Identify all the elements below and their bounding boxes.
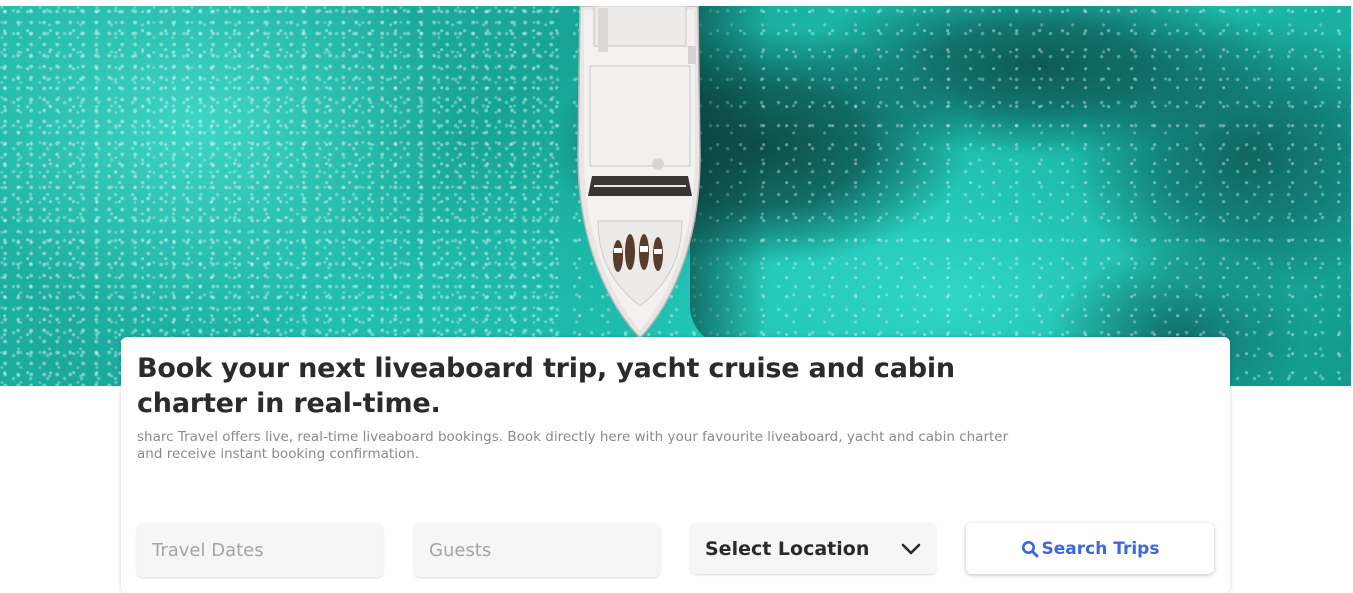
search-trips-button[interactable]: Search Trips — [966, 523, 1214, 574]
page: Book your next liveaboard trip, yacht cr… — [0, 0, 1353, 593]
location-select[interactable]: Select Location — [690, 523, 936, 574]
chevron-down-icon — [901, 543, 921, 554]
page-subtitle: sharc Travel offers live, real-time live… — [137, 429, 1009, 462]
booking-card: Book your next liveaboard trip, yacht cr… — [121, 337, 1230, 593]
page-title: Book your next liveaboard trip, yacht cr… — [137, 353, 955, 419]
search-icon — [1021, 540, 1039, 557]
hero-image — [0, 6, 1351, 386]
guests-input[interactable] — [414, 523, 660, 577]
yacht-illustration — [577, 6, 701, 340]
travel-dates-input[interactable] — [137, 523, 383, 577]
search-trips-label: Search Trips — [1041, 538, 1160, 559]
location-select-value: Select Location — [705, 537, 870, 560]
water-glare — [0, 6, 560, 386]
